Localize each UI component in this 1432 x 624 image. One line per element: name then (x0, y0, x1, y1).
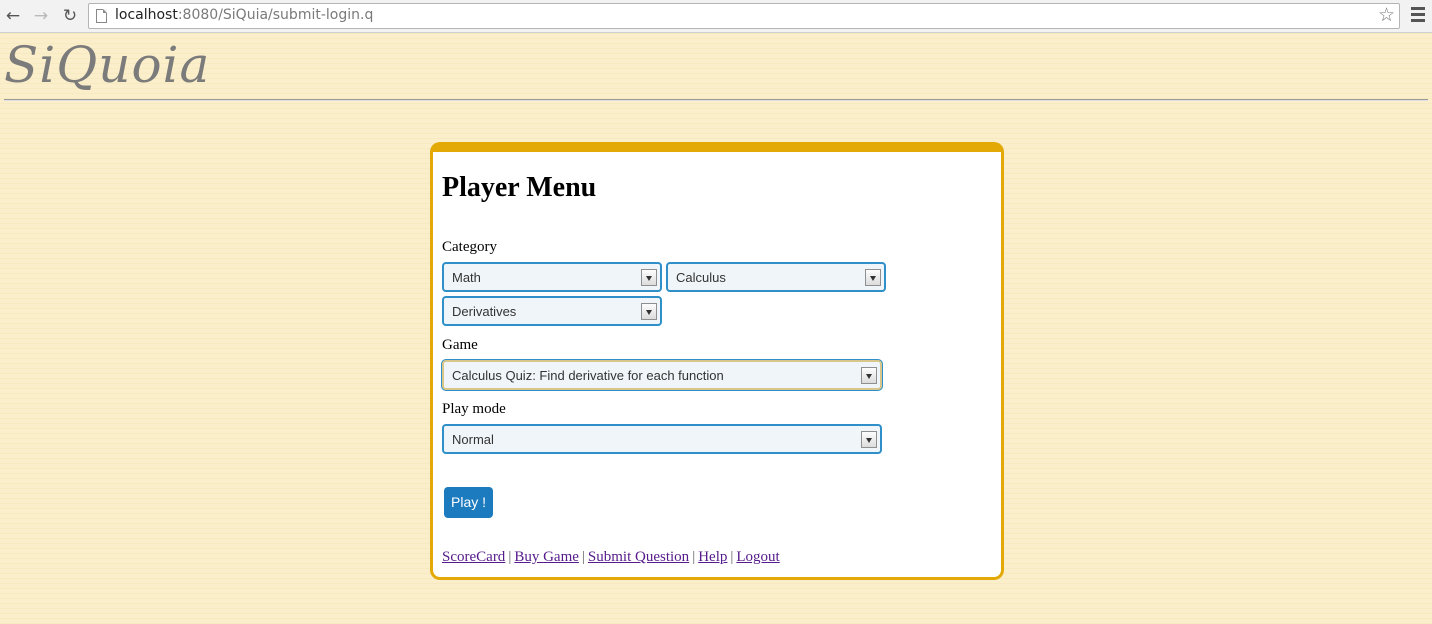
play-mode-select[interactable]: Normal (442, 424, 882, 454)
link-separator: | (581, 549, 585, 565)
chevron-down-icon (641, 303, 657, 320)
chevron-down-icon (861, 367, 877, 384)
page-icon (96, 9, 107, 23)
play-button[interactable]: Play ! (444, 487, 494, 518)
play-mode-select-value: Normal (452, 432, 494, 447)
url-text[interactable]: localhost:8080/SiQuia/submit-login.q (115, 7, 373, 23)
category-select-1-value: Math (452, 270, 481, 285)
link-scorecard[interactable]: ScoreCard (442, 549, 505, 565)
menu-icon[interactable] (1411, 7, 1425, 25)
link-submit-question[interactable]: Submit Question (588, 549, 689, 565)
chevron-down-icon (641, 269, 657, 286)
category-select-3-value: Derivatives (452, 304, 517, 319)
game-select-value: Calculus Quiz: Find derivative for each … (452, 368, 724, 383)
browser-toolbar: ← → ↻ localhost:8080/SiQuia/submit-login… (0, 0, 1432, 33)
star-icon[interactable]: ☆ (1378, 4, 1395, 26)
play-mode-label: Play mode (442, 401, 506, 417)
category-select-3[interactable]: Derivatives (442, 296, 662, 326)
category-label: Category (442, 239, 497, 255)
footer-links: ScoreCard | Buy Game | Submit Question | Help |… (442, 549, 780, 566)
game-select[interactable]: Calculus Quiz: Find derivative for each … (442, 360, 882, 390)
site-logo: SiQuoia (4, 36, 211, 94)
link-help[interactable]: Help (698, 549, 727, 565)
url-path: :8080/SiQuia/submit-login.q (177, 7, 374, 23)
link-separator: | (508, 549, 512, 565)
forward-icon[interactable]: → (30, 5, 52, 27)
category-select-2-value: Calculus (676, 270, 726, 285)
link-buy-game[interactable]: Buy Game (514, 549, 579, 565)
player-menu-panel: Player Menu Category Math Calculus Deriv… (430, 142, 1004, 580)
game-label: Game (442, 337, 478, 353)
chevron-down-icon (865, 269, 881, 286)
link-separator: | (692, 549, 696, 565)
category-select-1[interactable]: Math (442, 262, 662, 292)
link-logout[interactable]: Logout (736, 549, 779, 565)
category-select-2[interactable]: Calculus (666, 262, 886, 292)
address-bar[interactable]: localhost:8080/SiQuia/submit-login.q ☆ (88, 3, 1400, 29)
page-title: Player Menu (442, 172, 597, 203)
chevron-down-icon (861, 431, 877, 448)
reload-icon[interactable]: ↻ (59, 5, 81, 27)
url-host: localhost (115, 7, 178, 23)
back-icon[interactable]: ← (2, 5, 24, 27)
header-divider (4, 99, 1428, 101)
